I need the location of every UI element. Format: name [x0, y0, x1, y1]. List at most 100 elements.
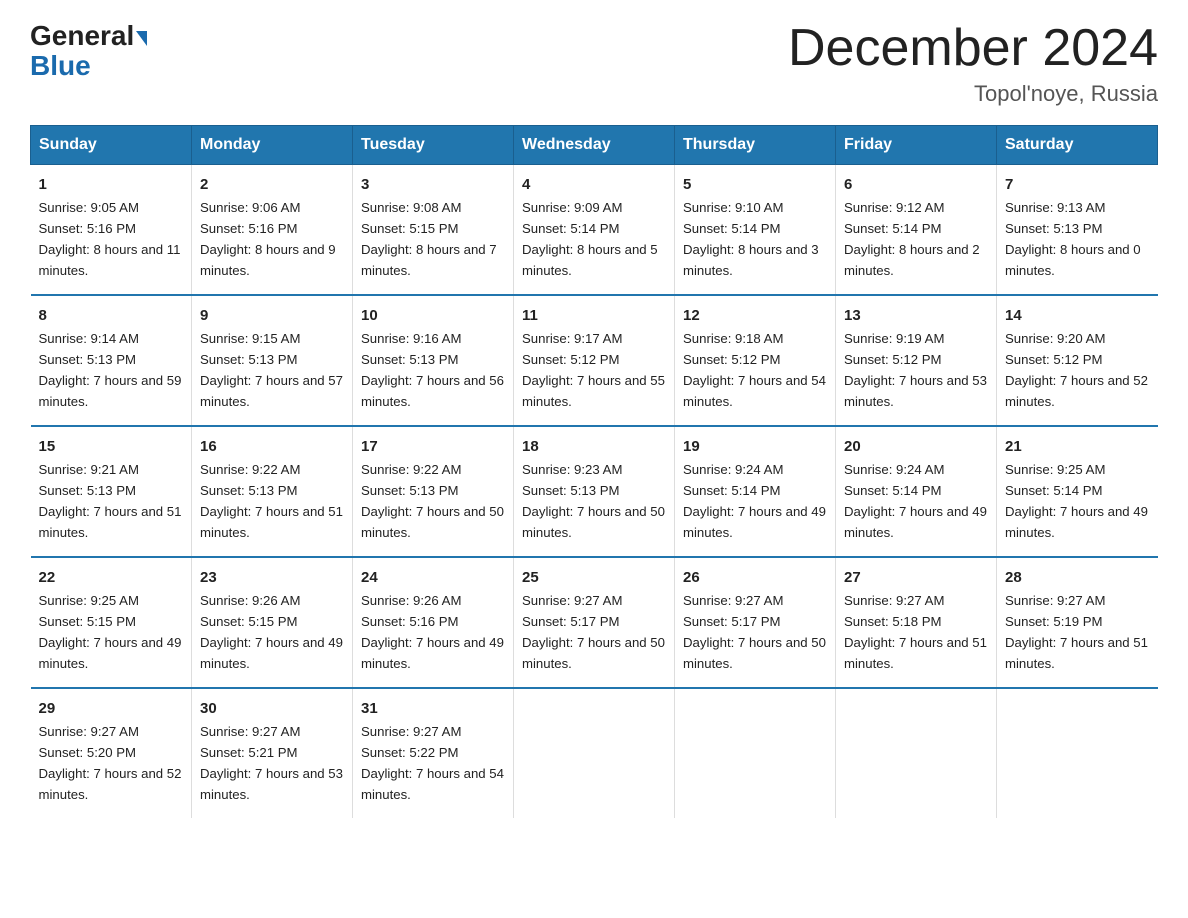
day-number: 3 [361, 173, 505, 196]
day-number: 5 [683, 173, 827, 196]
calendar-cell: 15 Sunrise: 9:21 AMSunset: 5:13 PMDaylig… [31, 426, 192, 557]
calendar-cell: 18 Sunrise: 9:23 AMSunset: 5:13 PMDaylig… [514, 426, 675, 557]
header-tuesday: Tuesday [353, 126, 514, 165]
day-number: 11 [522, 304, 666, 327]
calendar-cell: 23 Sunrise: 9:26 AMSunset: 5:15 PMDaylig… [192, 557, 353, 688]
day-number: 28 [1005, 566, 1150, 589]
day-number: 14 [1005, 304, 1150, 327]
calendar-cell: 20 Sunrise: 9:24 AMSunset: 5:14 PMDaylig… [836, 426, 997, 557]
calendar-header: Sunday Monday Tuesday Wednesday Thursday… [31, 126, 1158, 165]
calendar-cell [836, 688, 997, 818]
logo-triangle-icon [136, 31, 147, 46]
calendar-week-row: 29 Sunrise: 9:27 AMSunset: 5:20 PMDaylig… [31, 688, 1158, 818]
calendar-cell: 27 Sunrise: 9:27 AMSunset: 5:18 PMDaylig… [836, 557, 997, 688]
calendar-cell: 9 Sunrise: 9:15 AMSunset: 5:13 PMDayligh… [192, 295, 353, 426]
day-info: Sunrise: 9:20 AMSunset: 5:12 PMDaylight:… [1005, 331, 1148, 409]
day-info: Sunrise: 9:13 AMSunset: 5:13 PMDaylight:… [1005, 200, 1141, 278]
day-info: Sunrise: 9:18 AMSunset: 5:12 PMDaylight:… [683, 331, 826, 409]
day-info: Sunrise: 9:17 AMSunset: 5:12 PMDaylight:… [522, 331, 665, 409]
page-header: General Blue December 2024 Topol'noye, R… [30, 20, 1158, 107]
day-number: 6 [844, 173, 988, 196]
calendar-cell: 22 Sunrise: 9:25 AMSunset: 5:15 PMDaylig… [31, 557, 192, 688]
calendar-body: 1 Sunrise: 9:05 AMSunset: 5:16 PMDayligh… [31, 165, 1158, 818]
calendar-cell: 2 Sunrise: 9:06 AMSunset: 5:16 PMDayligh… [192, 165, 353, 295]
location-title: Topol'noye, Russia [788, 81, 1158, 107]
day-number: 20 [844, 435, 988, 458]
day-info: Sunrise: 9:27 AMSunset: 5:20 PMDaylight:… [39, 724, 182, 802]
day-info: Sunrise: 9:12 AMSunset: 5:14 PMDaylight:… [844, 200, 980, 278]
day-info: Sunrise: 9:14 AMSunset: 5:13 PMDaylight:… [39, 331, 182, 409]
day-info: Sunrise: 9:27 AMSunset: 5:17 PMDaylight:… [683, 593, 826, 671]
calendar-cell [514, 688, 675, 818]
day-info: Sunrise: 9:26 AMSunset: 5:15 PMDaylight:… [200, 593, 343, 671]
calendar-week-row: 15 Sunrise: 9:21 AMSunset: 5:13 PMDaylig… [31, 426, 1158, 557]
header-monday: Monday [192, 126, 353, 165]
calendar-cell: 29 Sunrise: 9:27 AMSunset: 5:20 PMDaylig… [31, 688, 192, 818]
day-info: Sunrise: 9:25 AMSunset: 5:15 PMDaylight:… [39, 593, 182, 671]
day-number: 16 [200, 435, 344, 458]
title-block: December 2024 Topol'noye, Russia [788, 20, 1158, 107]
calendar-cell: 11 Sunrise: 9:17 AMSunset: 5:12 PMDaylig… [514, 295, 675, 426]
day-info: Sunrise: 9:09 AMSunset: 5:14 PMDaylight:… [522, 200, 658, 278]
day-number: 25 [522, 566, 666, 589]
day-info: Sunrise: 9:06 AMSunset: 5:16 PMDaylight:… [200, 200, 336, 278]
day-info: Sunrise: 9:19 AMSunset: 5:12 PMDaylight:… [844, 331, 987, 409]
day-number: 13 [844, 304, 988, 327]
day-number: 22 [39, 566, 184, 589]
calendar-cell: 24 Sunrise: 9:26 AMSunset: 5:16 PMDaylig… [353, 557, 514, 688]
calendar-table: Sunday Monday Tuesday Wednesday Thursday… [30, 125, 1158, 818]
day-info: Sunrise: 9:21 AMSunset: 5:13 PMDaylight:… [39, 462, 182, 540]
day-number: 30 [200, 697, 344, 720]
month-title: December 2024 [788, 20, 1158, 77]
day-info: Sunrise: 9:24 AMSunset: 5:14 PMDaylight:… [683, 462, 826, 540]
day-number: 1 [39, 173, 184, 196]
day-info: Sunrise: 9:25 AMSunset: 5:14 PMDaylight:… [1005, 462, 1148, 540]
day-number: 2 [200, 173, 344, 196]
calendar-cell: 1 Sunrise: 9:05 AMSunset: 5:16 PMDayligh… [31, 165, 192, 295]
calendar-cell [675, 688, 836, 818]
calendar-week-row: 1 Sunrise: 9:05 AMSunset: 5:16 PMDayligh… [31, 165, 1158, 295]
day-number: 8 [39, 304, 184, 327]
calendar-cell: 25 Sunrise: 9:27 AMSunset: 5:17 PMDaylig… [514, 557, 675, 688]
day-number: 15 [39, 435, 184, 458]
calendar-cell: 8 Sunrise: 9:14 AMSunset: 5:13 PMDayligh… [31, 295, 192, 426]
calendar-cell [997, 688, 1158, 818]
header-sunday: Sunday [31, 126, 192, 165]
day-info: Sunrise: 9:22 AMSunset: 5:13 PMDaylight:… [200, 462, 343, 540]
day-number: 9 [200, 304, 344, 327]
day-number: 7 [1005, 173, 1150, 196]
day-number: 17 [361, 435, 505, 458]
day-number: 24 [361, 566, 505, 589]
header-thursday: Thursday [675, 126, 836, 165]
calendar-cell: 12 Sunrise: 9:18 AMSunset: 5:12 PMDaylig… [675, 295, 836, 426]
logo: General Blue [30, 20, 147, 82]
calendar-cell: 19 Sunrise: 9:24 AMSunset: 5:14 PMDaylig… [675, 426, 836, 557]
header-saturday: Saturday [997, 126, 1158, 165]
day-number: 26 [683, 566, 827, 589]
calendar-cell: 16 Sunrise: 9:22 AMSunset: 5:13 PMDaylig… [192, 426, 353, 557]
header-friday: Friday [836, 126, 997, 165]
calendar-cell: 3 Sunrise: 9:08 AMSunset: 5:15 PMDayligh… [353, 165, 514, 295]
calendar-week-row: 22 Sunrise: 9:25 AMSunset: 5:15 PMDaylig… [31, 557, 1158, 688]
header-row: Sunday Monday Tuesday Wednesday Thursday… [31, 126, 1158, 165]
calendar-cell: 26 Sunrise: 9:27 AMSunset: 5:17 PMDaylig… [675, 557, 836, 688]
day-number: 21 [1005, 435, 1150, 458]
calendar-cell: 6 Sunrise: 9:12 AMSunset: 5:14 PMDayligh… [836, 165, 997, 295]
day-info: Sunrise: 9:16 AMSunset: 5:13 PMDaylight:… [361, 331, 504, 409]
day-number: 27 [844, 566, 988, 589]
day-info: Sunrise: 9:27 AMSunset: 5:19 PMDaylight:… [1005, 593, 1148, 671]
calendar-cell: 17 Sunrise: 9:22 AMSunset: 5:13 PMDaylig… [353, 426, 514, 557]
day-info: Sunrise: 9:27 AMSunset: 5:18 PMDaylight:… [844, 593, 987, 671]
day-info: Sunrise: 9:22 AMSunset: 5:13 PMDaylight:… [361, 462, 504, 540]
logo-general-text: General [30, 20, 134, 52]
day-info: Sunrise: 9:15 AMSunset: 5:13 PMDaylight:… [200, 331, 343, 409]
day-number: 31 [361, 697, 505, 720]
calendar-cell: 10 Sunrise: 9:16 AMSunset: 5:13 PMDaylig… [353, 295, 514, 426]
day-info: Sunrise: 9:27 AMSunset: 5:17 PMDaylight:… [522, 593, 665, 671]
day-number: 29 [39, 697, 184, 720]
calendar-cell: 30 Sunrise: 9:27 AMSunset: 5:21 PMDaylig… [192, 688, 353, 818]
day-info: Sunrise: 9:08 AMSunset: 5:15 PMDaylight:… [361, 200, 497, 278]
day-info: Sunrise: 9:10 AMSunset: 5:14 PMDaylight:… [683, 200, 819, 278]
day-info: Sunrise: 9:27 AMSunset: 5:22 PMDaylight:… [361, 724, 504, 802]
calendar-cell: 31 Sunrise: 9:27 AMSunset: 5:22 PMDaylig… [353, 688, 514, 818]
